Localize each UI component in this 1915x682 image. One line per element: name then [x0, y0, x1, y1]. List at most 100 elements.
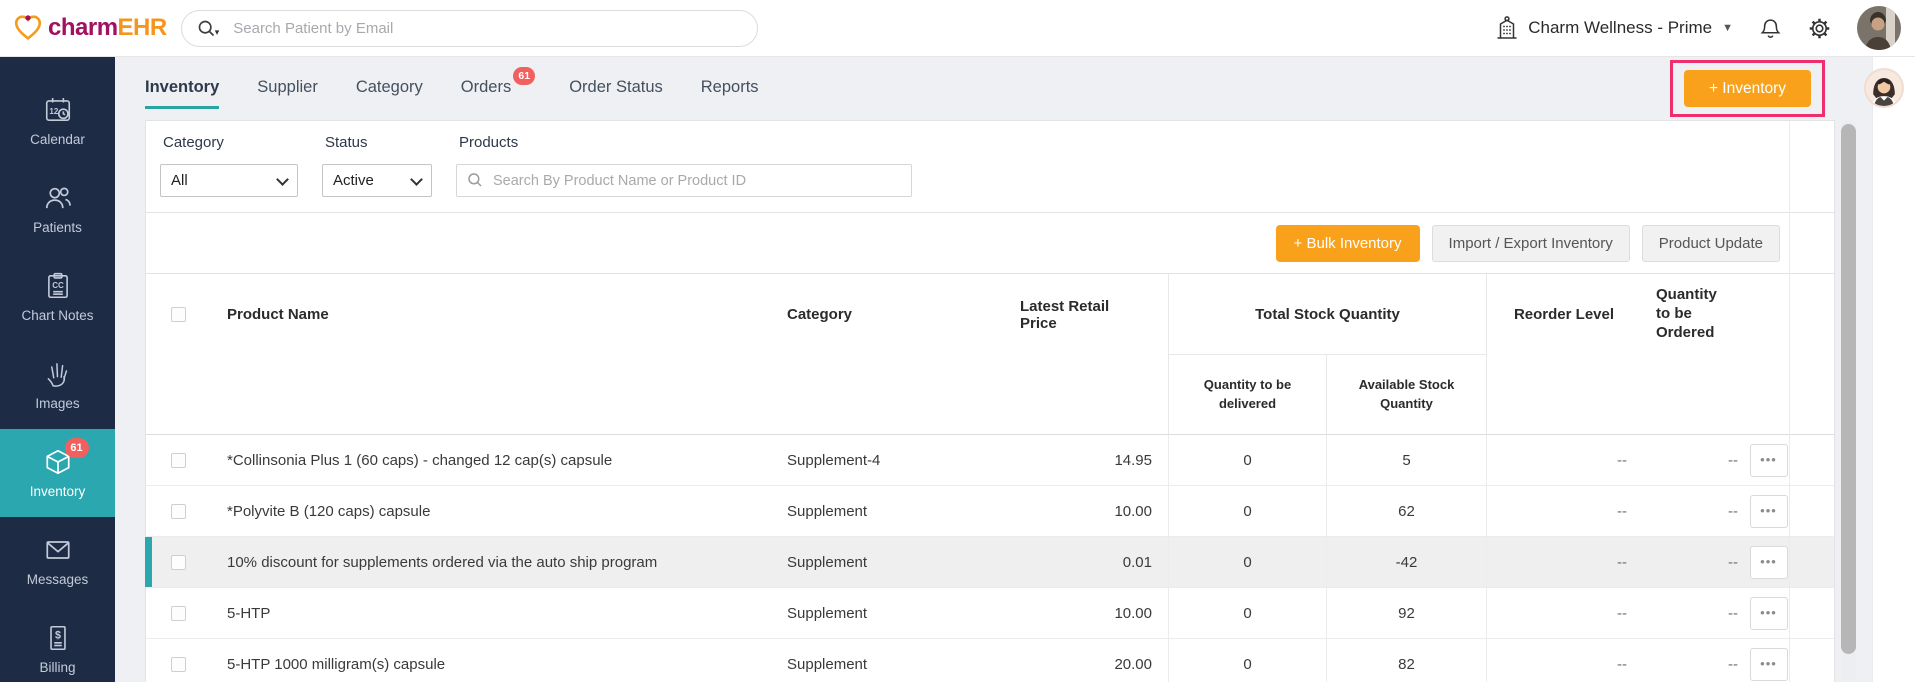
cell-quantity-to-be-ordered: -- [1641, 588, 1746, 638]
sidebar-item-chart-notes[interactable]: CC Chart Notes [0, 253, 115, 341]
row-checkbox[interactable] [171, 504, 186, 519]
product-update-button[interactable]: Product Update [1642, 225, 1780, 262]
calendar-icon: 12 [43, 95, 73, 125]
filters-bar: Category All Status Active [146, 121, 1834, 213]
products-filter-label: Products [456, 134, 912, 151]
col-header-total-stock-quantity: Total Stock Quantity [1168, 274, 1486, 355]
cell-product-name: *Collinsonia Plus 1 (60 caps) - changed … [211, 435, 771, 485]
sidebar-item-calendar[interactable]: 12 Calendar [0, 77, 115, 165]
sidebar-item-messages[interactable]: Messages [0, 517, 115, 605]
cell-latest-retail-price: 10.00 [1006, 486, 1168, 536]
inventory-count-badge: 61 [65, 438, 89, 458]
inventory-card: Category All Status Active [145, 120, 1835, 682]
col-header-product-name: Product Name [211, 274, 771, 355]
import-export-inventory-button[interactable]: Import / Export Inventory [1432, 225, 1630, 262]
notifications-bell-icon[interactable] [1759, 17, 1782, 40]
cell-latest-retail-price: 20.00 [1006, 639, 1168, 682]
add-inventory-button[interactable]: + Inventory [1684, 70, 1811, 107]
sidebar-item-inventory[interactable]: 61 Inventory [0, 429, 115, 517]
category-filter-select[interactable]: All [160, 164, 298, 197]
messages-envelope-icon [43, 535, 73, 565]
tab-order-status[interactable]: Order Status [569, 69, 663, 109]
sidebar-item-billing[interactable]: $ Billing [0, 605, 115, 682]
row-more-actions-button[interactable] [1750, 546, 1788, 579]
tab-supplier[interactable]: Supplier [257, 69, 318, 109]
practice-caret-icon: ▼ [1722, 22, 1733, 34]
select-all-checkbox[interactable] [171, 307, 186, 322]
sidebar-label: Messages [27, 572, 89, 587]
xray-hand-icon [43, 359, 73, 389]
col-header-latest-retail-price: Latest Retail Price [1006, 274, 1168, 355]
search-icon[interactable] [196, 18, 217, 39]
table-row[interactable]: 5-HTP 1000 milligram(s) capsule Suppleme… [146, 639, 1834, 682]
top-header: charmEHR ▾ [0, 0, 1915, 57]
table-row[interactable]: *Collinsonia Plus 1 (60 caps) - changed … [146, 435, 1834, 486]
charm-ehr-logo[interactable]: charmEHR [12, 12, 167, 44]
user-avatar[interactable] [1857, 6, 1901, 50]
sidebar-label: Inventory [30, 484, 86, 499]
status-filter-select[interactable]: Active [322, 164, 432, 197]
cell-product-name: 10% discount for supplements ordered via… [211, 537, 771, 587]
patient-search-bar[interactable]: ▾ [181, 10, 758, 47]
row-more-actions-button[interactable] [1750, 648, 1788, 681]
category-filter-label: Category [160, 134, 298, 151]
svg-text:$: $ [55, 630, 61, 642]
col-header-category: Category [771, 274, 1006, 355]
cell-quantity-to-be-ordered: -- [1641, 537, 1746, 587]
svg-text:12: 12 [49, 107, 58, 116]
sidebar-item-patients[interactable]: Patients [0, 165, 115, 253]
cell-latest-retail-price: 14.95 [1006, 435, 1168, 485]
cell-quantity-to-be-delivered: 0 [1168, 537, 1326, 587]
table-row[interactable]: 10% discount for supplements ordered via… [146, 537, 1834, 588]
clinic-building-icon [1494, 15, 1520, 41]
patient-search-input[interactable] [233, 20, 742, 37]
cell-reorder-level: -- [1486, 588, 1641, 638]
charm-ehr-inventory-screen: charmEHR ▾ [0, 0, 1915, 682]
product-search-input[interactable] [456, 164, 912, 197]
col-header-quantity-to-be-ordered: Quantity to be Ordered [1641, 274, 1746, 355]
chart-notes-icon: CC [43, 271, 73, 301]
cell-quantity-to-be-ordered: -- [1641, 639, 1746, 682]
tab-category[interactable]: Category [356, 69, 423, 109]
row-more-actions-button[interactable] [1750, 444, 1788, 477]
vertical-scrollbar-thumb[interactable] [1841, 124, 1856, 654]
cell-category: Supplement-4 [771, 435, 1006, 485]
practice-name: Charm Wellness - Prime [1528, 18, 1712, 38]
cell-product-name: *Polyvite B (120 caps) capsule [211, 486, 771, 536]
row-checkbox[interactable] [171, 657, 186, 672]
products-filter-group: Products [456, 134, 912, 212]
sidebar-item-images[interactable]: Images [0, 341, 115, 429]
row-more-actions-button[interactable] [1750, 597, 1788, 630]
practice-selector[interactable]: Charm Wellness - Prime ▼ [1494, 15, 1733, 41]
cell-available-stock-quantity: 92 [1326, 588, 1486, 638]
table-row[interactable]: 5-HTP Supplement 10.00 0 92 -- -- [146, 588, 1834, 639]
tab-orders[interactable]: Orders 61 [461, 69, 511, 109]
row-more-actions-button[interactable] [1750, 495, 1788, 528]
cell-product-name: 5-HTP [211, 588, 771, 638]
cell-quantity-to-be-ordered: -- [1641, 435, 1746, 485]
patients-icon [43, 183, 73, 213]
cell-gutter-pad [1791, 537, 1836, 587]
main-content-area: Inventory Supplier Category Orders 61 Or… [115, 57, 1915, 682]
assistant-avatar[interactable] [1864, 68, 1904, 108]
row-checkbox[interactable] [171, 606, 186, 621]
cell-gutter-pad [1791, 435, 1836, 485]
table-row[interactable]: *Polyvite B (120 caps) capsule Supplemen… [146, 486, 1834, 537]
row-checkbox[interactable] [171, 453, 186, 468]
cell-latest-retail-price: 0.01 [1006, 537, 1168, 587]
cell-quantity-to-be-delivered: 0 [1168, 486, 1326, 536]
bulk-inventory-button[interactable]: + Bulk Inventory [1276, 225, 1420, 262]
sidebar-label: Chart Notes [21, 308, 93, 323]
table-gutter-divider [1789, 121, 1790, 682]
settings-gear-icon[interactable] [1808, 17, 1831, 40]
cell-reorder-level: -- [1486, 537, 1641, 587]
cell-quantity-to-be-delivered: 0 [1168, 435, 1326, 485]
search-scope-caret-icon[interactable]: ▾ [215, 27, 220, 38]
sidebar-label: Patients [33, 220, 82, 235]
cell-category: Supplement [771, 486, 1006, 536]
tab-inventory[interactable]: Inventory [145, 69, 219, 109]
topbar-right-cluster: Charm Wellness - Prime ▼ [1494, 6, 1915, 50]
tab-reports[interactable]: Reports [701, 69, 759, 109]
vertical-scrollbar-track[interactable] [1841, 120, 1856, 682]
row-checkbox[interactable] [171, 555, 186, 570]
